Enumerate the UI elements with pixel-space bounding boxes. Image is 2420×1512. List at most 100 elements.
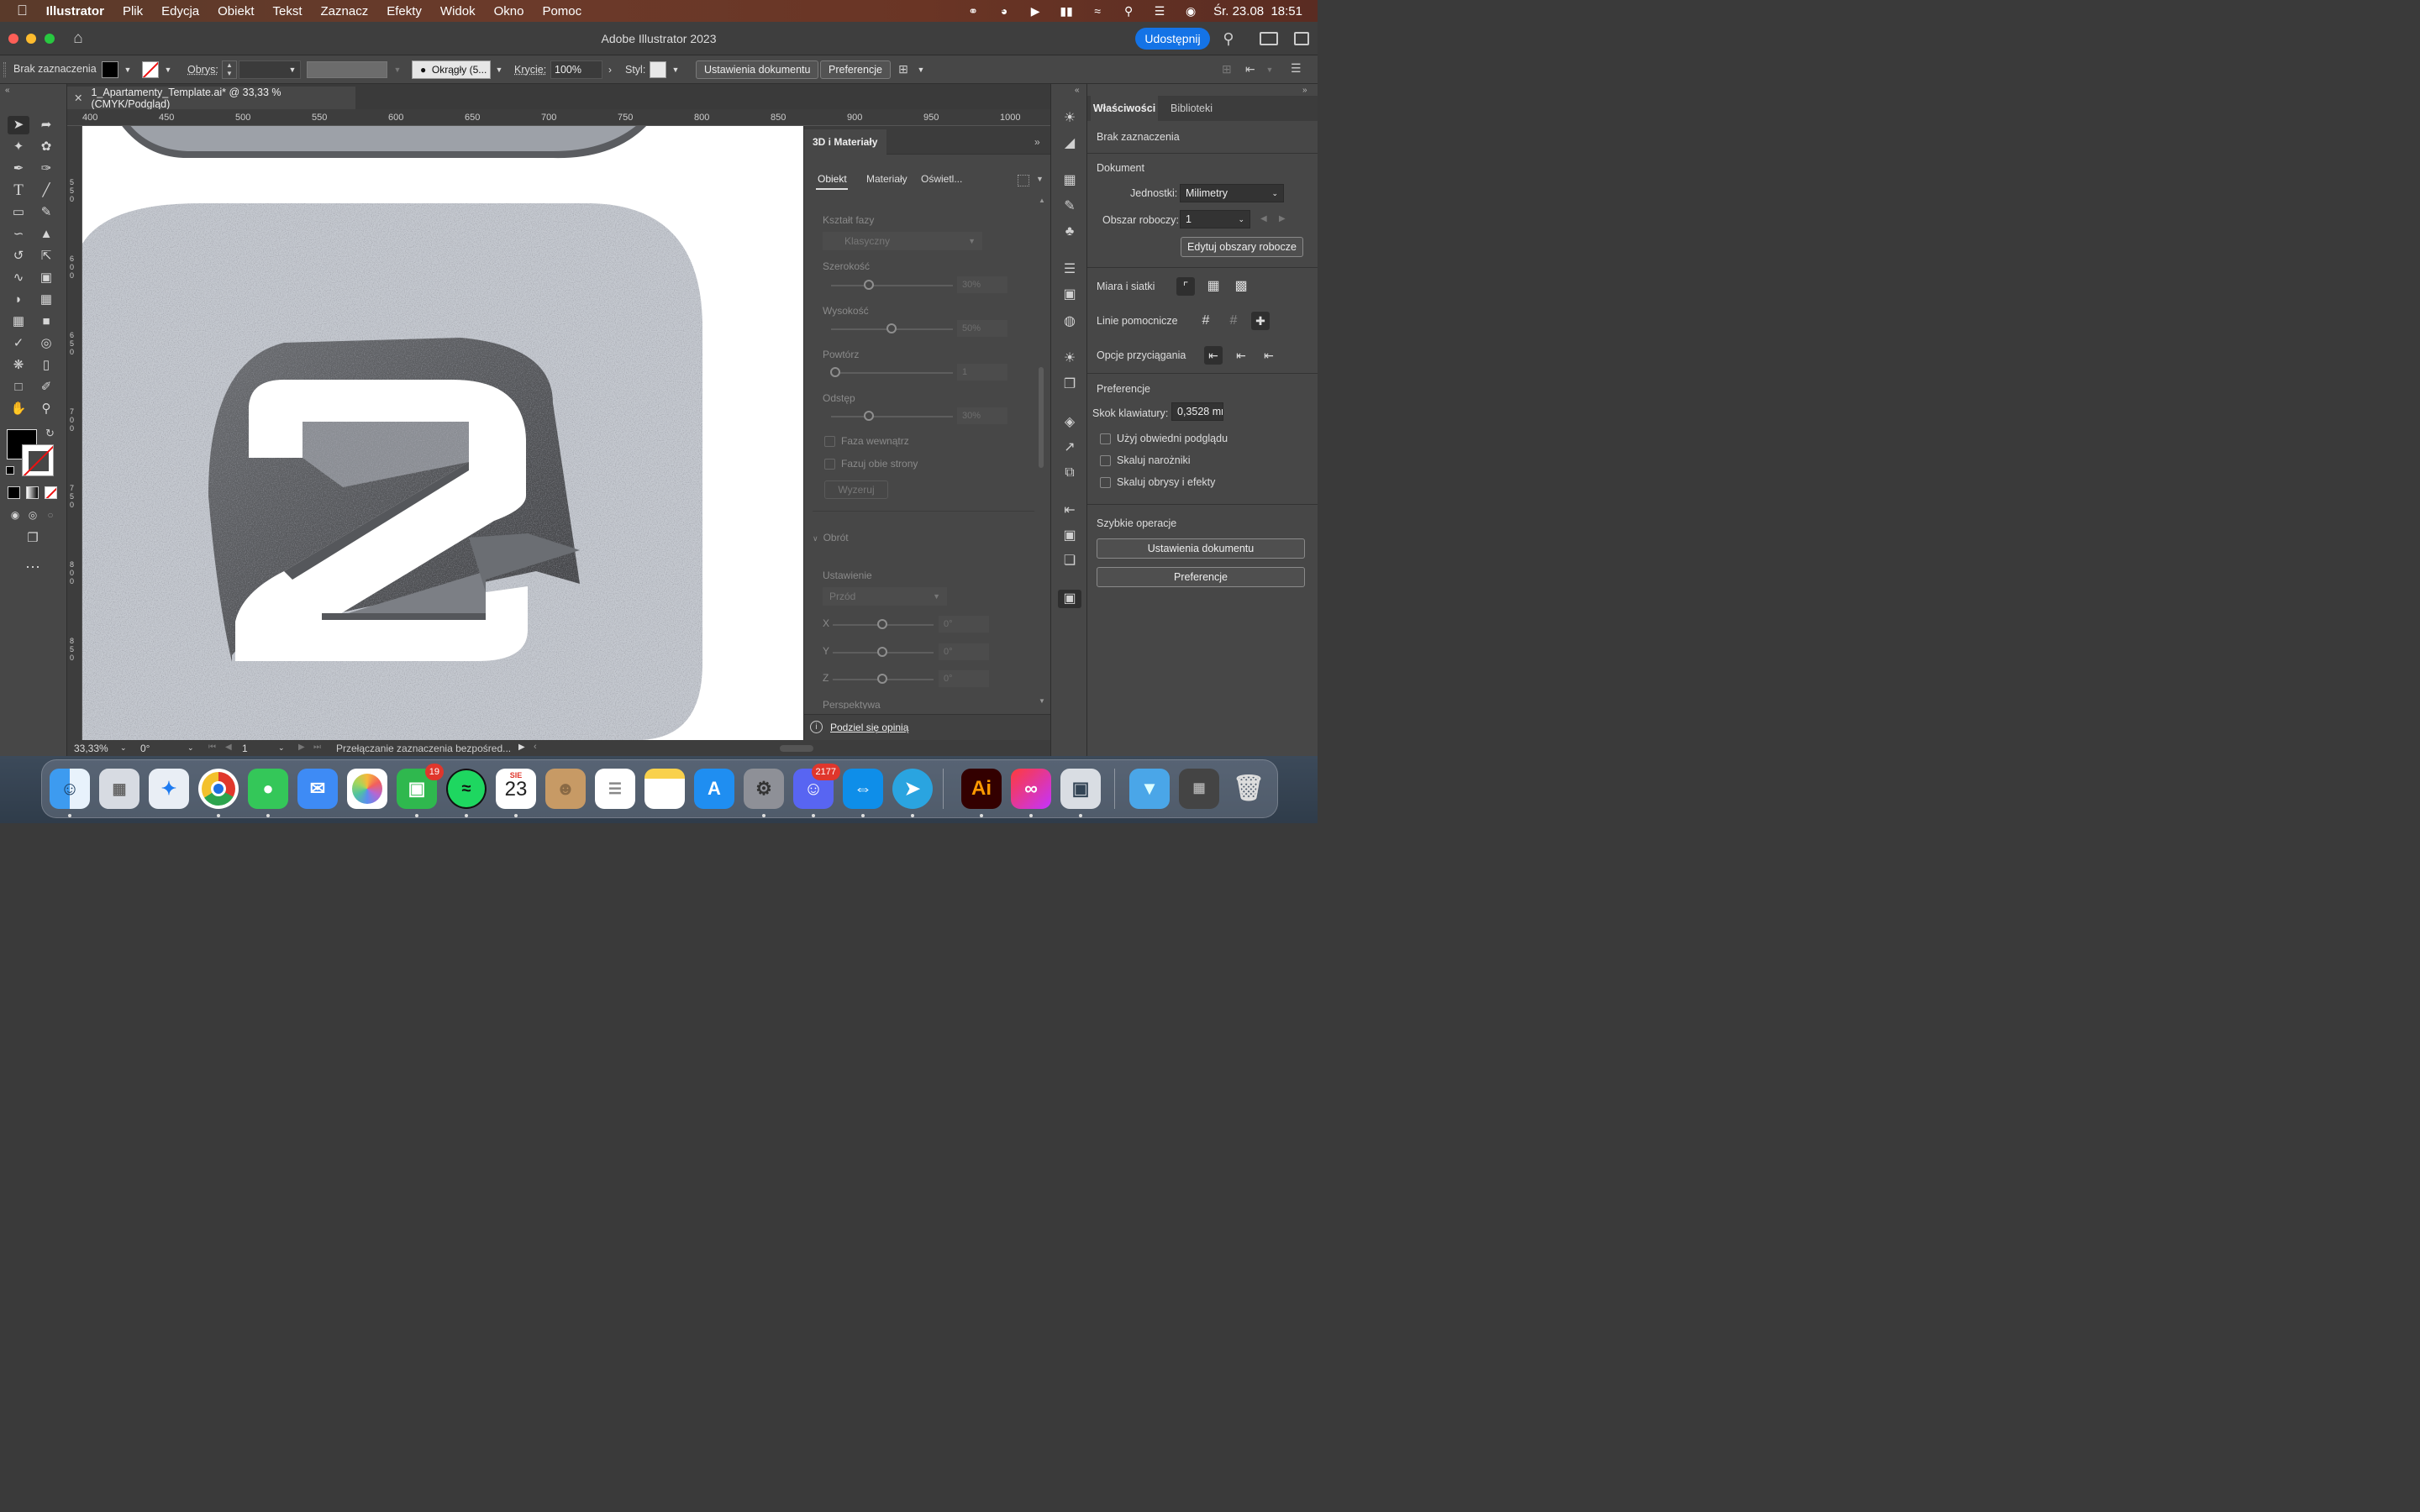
system-settings-icon[interactable]: ⚙ [744, 769, 784, 809]
zoom-window-button[interactable] [45, 34, 55, 44]
rotation-view[interactable]: 0° [140, 743, 150, 754]
direct-selection-tool-icon[interactable]: ➦ [35, 116, 57, 134]
status-menu-icon[interactable]: ▶ [518, 743, 525, 752]
artboard-select[interactable]: 1 ⌄ [1180, 210, 1250, 228]
artboard-canvas[interactable] [82, 126, 803, 740]
style-dropdown-icon[interactable]: ▼ [668, 60, 683, 79]
discord-icon[interactable]: ☺ 2177 [793, 764, 840, 809]
mail-icon[interactable]: ✉ [297, 769, 338, 809]
facetime-icon[interactable]: ▣ 19 [397, 764, 444, 809]
selection-tool-icon[interactable]: ➤ [8, 116, 29, 134]
contacts-icon[interactable]: ☻ [545, 769, 586, 809]
graphic-styles-panel-icon[interactable]: ❐ [1060, 375, 1080, 394]
zoom-tool-icon[interactable]: ⚲ [35, 400, 57, 418]
tab-oswietlenie[interactable]: Oświetl... [921, 173, 962, 185]
menu-efekty[interactable]: Efekty [387, 4, 422, 18]
menu-obiekt[interactable]: Obiekt [218, 4, 254, 18]
arrange-dropdown-icon[interactable]: ▼ [913, 60, 929, 79]
brush-definition[interactable]: ● Okrągły (5... [412, 60, 491, 79]
share-button[interactable]: Udostępnij [1135, 28, 1210, 50]
rotate-x-input[interactable]: 0° [939, 616, 989, 633]
rotate-z-input[interactable]: 0° [939, 670, 989, 687]
spotlight-search-icon[interactable]: ⚲ [1120, 4, 1137, 18]
symbols-panel-icon[interactable]: ♣ [1060, 223, 1080, 241]
swatches-panel-icon[interactable]: ▦ [1060, 171, 1080, 190]
graphic-style-swatch[interactable] [650, 61, 666, 78]
slice-tool-icon[interactable]: ✐ [35, 378, 57, 396]
repeat-slider[interactable] [830, 367, 840, 377]
warp-tool-icon[interactable]: ∿ [8, 269, 29, 287]
magic-wand-tool-icon[interactable]: ✦ [8, 138, 29, 156]
eyedropper-tool-icon[interactable]: ✓ [8, 334, 29, 353]
stroke-weight-stepper[interactable]: ▲ ▼ [222, 60, 237, 79]
photos-icon[interactable] [347, 769, 387, 809]
calendar-icon[interactable]: SIE 23 [496, 769, 536, 809]
notification-icon[interactable]: ● 1 [996, 4, 1013, 18]
snap-to-pixel-icon[interactable]: ⇤ [1260, 346, 1278, 365]
scroll-up-icon[interactable]: ▲ [1039, 197, 1045, 204]
scroll-down-icon[interactable]: ▼ [1039, 697, 1045, 705]
gradient-panel-icon[interactable]: ▣ [1060, 286, 1080, 304]
siri-icon[interactable]: ◉ [1182, 4, 1199, 18]
menu-edycja[interactable]: Edycja [161, 4, 199, 18]
appearance-panel-icon[interactable]: ☀ [1060, 349, 1080, 368]
panel3d-collapse-icon[interactable]: » [1034, 136, 1040, 148]
apple-icon[interactable]:  [17, 3, 28, 19]
messages-icon[interactable]: ● [248, 769, 288, 809]
fill-dropdown-icon[interactable]: ▼ [120, 60, 135, 79]
rectangle-tool-icon[interactable]: ▭ [8, 203, 29, 222]
bevel-width-input[interactable]: 30% [957, 276, 1007, 293]
3d-materials-panel-icon[interactable]: ▣ [1058, 590, 1081, 608]
downloads-folder-icon[interactable]: ▼ [1129, 769, 1170, 809]
free-transform-tool-icon[interactable]: ▣ [35, 269, 57, 287]
illustrator-icon[interactable]: Ai [961, 769, 1002, 809]
artboards-panel-icon[interactable]: ⧉ [1060, 464, 1080, 482]
eraser-tool-icon[interactable]: ▲ [35, 225, 57, 244]
feedback-link[interactable]: Podziel się opinią [830, 722, 908, 733]
hand-tool-icon[interactable]: ✋ [8, 400, 29, 418]
opacity-expand-icon[interactable]: › [602, 60, 618, 79]
creative-cloud-icon[interactable]: ⚭ [965, 4, 981, 18]
reset-bevel-button[interactable]: Wyzeruj [824, 480, 888, 499]
reminders-icon[interactable]: ☰ [595, 769, 635, 809]
type-tool-icon[interactable]: T [8, 181, 29, 200]
lock-guides-icon[interactable]: # [1224, 312, 1243, 330]
stroke-swatch[interactable] [142, 61, 159, 78]
props-expand-icon[interactable]: » [1302, 86, 1307, 95]
bevel-shape-select[interactable]: Klasyczny ▼ [823, 232, 982, 250]
variable-width-profile[interactable] [307, 61, 387, 78]
tab-obiekt[interactable]: Obiekt [818, 173, 847, 185]
quick-preferences-button[interactable]: Preferencje [1097, 567, 1305, 587]
menubar-clock[interactable]: Śr. 23.08 18:51 [1213, 4, 1302, 18]
curvature-tool-icon[interactable]: ✑ [35, 160, 57, 178]
tab-materialy[interactable]: Materiały [866, 173, 908, 185]
panel-layout-icon[interactable] [1294, 32, 1309, 45]
battery-icon[interactable]: ▮▮ [1058, 4, 1075, 18]
pathfinder-panel-icon[interactable]: ❏ [1060, 552, 1080, 570]
stroke-weight-dropdown-icon[interactable]: ▼ [285, 60, 300, 79]
use-preview-bounds-checkbox[interactable]: Użyj obwiedni podglądu [1100, 433, 1228, 445]
rotate-x-slider[interactable] [877, 619, 887, 629]
document-tab[interactable]: ✕ 1_Apartamenty_Template.ai* @ 33,33 % (… [67, 87, 355, 110]
color-mode-icon[interactable] [8, 486, 20, 499]
scale-tool-icon[interactable]: ⇱ [35, 247, 57, 265]
keyboard-increment-input[interactable]: 0,3528 mr [1171, 402, 1223, 421]
chrome-icon[interactable] [198, 769, 239, 809]
home-icon[interactable]: ⌂ [69, 29, 87, 48]
edit-toolbar-icon[interactable]: ⋯ [22, 558, 44, 576]
control-bar-menu-icon[interactable]: ☰ [1291, 61, 1304, 76]
color-panel-icon[interactable]: ☀ [1060, 109, 1080, 128]
stroke-dropdown-icon[interactable]: ▼ [160, 60, 176, 79]
gradient-mode-icon[interactable] [26, 486, 39, 499]
preferences-button[interactable]: Preferencje [820, 60, 891, 79]
tab-wlasciwosci[interactable]: Właściwości [1091, 96, 1158, 121]
scale-corners-checkbox[interactable]: Skaluj narożniki [1100, 454, 1191, 467]
rotation-preset-select[interactable]: Przód ▼ [823, 587, 947, 606]
paintbrush-tool-icon[interactable]: ✎ [35, 203, 57, 222]
perspective-grid-tool-icon[interactable]: ▦ [35, 291, 57, 309]
preview-icon[interactable]: ▣ [1060, 769, 1101, 809]
creative-cloud-icon[interactable]: ∞ [1011, 769, 1051, 809]
panel3d-menu-dropdown-icon[interactable]: ▼ [1036, 175, 1044, 183]
play-icon[interactable]: ▶ [1027, 4, 1044, 18]
notes-icon[interactable] [644, 769, 685, 809]
